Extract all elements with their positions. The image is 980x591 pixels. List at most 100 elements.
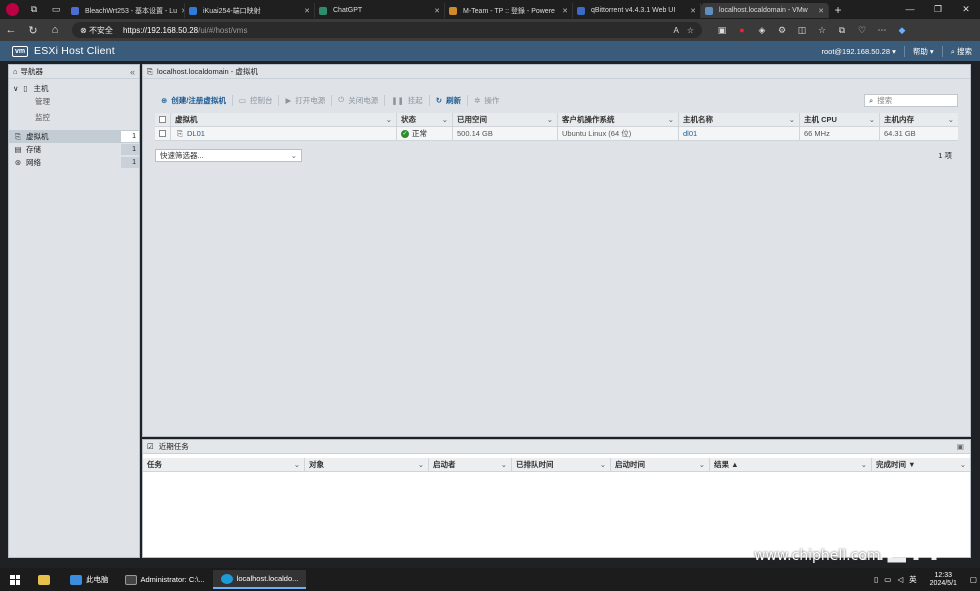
col-queued-time[interactable]: 已排队时间 ⌄	[512, 458, 611, 471]
vm-search-input[interactable]: ⌕ 搜索	[864, 94, 958, 107]
tab-mteam[interactable]: M-Team - TP :: 登錄 - Powere ✕	[445, 3, 573, 18]
column-menu-icon[interactable]: ⌄	[869, 115, 875, 124]
refresh-button[interactable]: ↻ 刷新	[430, 94, 469, 106]
suspend-button[interactable]: ❚❚ 挂起	[385, 94, 430, 106]
column-menu-icon[interactable]: ⌄	[501, 460, 507, 469]
column-menu-icon[interactable]: ⌄	[418, 460, 424, 469]
share-icon[interactable]: ♡	[852, 25, 872, 36]
col-guest-os[interactable]: 客户机操作系统 ⌄	[558, 113, 679, 126]
restore-icon[interactable]: ❐	[924, 4, 952, 15]
nav-item-vms[interactable]: ⎘ 虚拟机 1	[9, 130, 139, 143]
split-screen-icon[interactable]: ◫	[792, 25, 812, 36]
taskbar-this-pc[interactable]: 此电脑	[62, 570, 117, 589]
table-row[interactable]: ⎘ DL01 ✓ 正常 500.14 GB Ubuntu Linux (64 位…	[155, 127, 958, 141]
clock[interactable]: 12:33 2024/5/1	[920, 572, 967, 588]
console-button[interactable]: ▭ 控制台	[233, 94, 280, 106]
nav-item-storage[interactable]: ▤ 存储 1	[9, 143, 139, 156]
tab-actions-icon[interactable]: ▭	[45, 4, 67, 15]
hostname-link[interactable]: dl01	[683, 129, 697, 138]
home-icon[interactable]: ⌂	[44, 24, 66, 36]
power-on-button[interactable]: ▶ 打开电源	[279, 94, 333, 106]
col-used-space[interactable]: 已用空间 ⌄	[453, 113, 558, 126]
back-icon[interactable]: ←	[0, 24, 22, 36]
col-vm[interactable]: 虚拟机 ⌄	[171, 113, 397, 126]
extension-icon[interactable]: ●	[732, 25, 752, 36]
column-menu-icon[interactable]: ⌄	[960, 460, 966, 469]
tab-ikuai[interactable]: iKuai254-端口映射 ✕	[185, 3, 315, 18]
tab-close-icon[interactable]: ✕	[558, 7, 568, 15]
extensions-puzzle-icon[interactable]: ⚙	[772, 25, 792, 36]
minimize-icon[interactable]: —	[896, 4, 924, 15]
network-tray-icon[interactable]: ▭	[881, 575, 894, 584]
column-menu-icon[interactable]: ⌄	[948, 115, 954, 124]
workspaces-icon[interactable]: ⧉	[23, 4, 45, 15]
notification-icon[interactable]: ▢	[967, 575, 980, 584]
volume-icon[interactable]: ◁	[894, 575, 906, 584]
column-menu-icon[interactable]: ⌄	[442, 115, 448, 124]
nav-item-network[interactable]: ⊛ 网络 1	[9, 156, 139, 169]
column-menu-icon[interactable]: ⌄	[547, 115, 553, 124]
power-off-button[interactable]: ⏻ 关闭电源	[332, 94, 386, 106]
close-window-icon[interactable]: ✕	[952, 4, 980, 15]
profile-avatar[interactable]	[6, 3, 19, 16]
read-aloud-icon[interactable]: A	[673, 26, 678, 35]
favorite-star-icon[interactable]: ☆	[687, 26, 694, 35]
quick-filter-select[interactable]: 快速筛选器... ⌄	[155, 148, 302, 162]
nav-host-manage[interactable]: 管理	[9, 95, 139, 108]
select-all-checkbox[interactable]	[159, 116, 166, 123]
column-menu-icon[interactable]: ⌄	[861, 460, 867, 469]
col-hostname[interactable]: 主机名称 ⌄	[679, 113, 800, 126]
tab-esxi[interactable]: localhost.localdomain - VMw ✕	[701, 3, 829, 18]
col-result[interactable]: 结果 ▲ ⌄	[710, 458, 872, 471]
column-menu-icon[interactable]: ⌄	[600, 460, 606, 469]
address-input[interactable]: ⊗ 不安全 https://192.168.50.28/ui/#/host/vm…	[72, 22, 702, 38]
column-menu-icon[interactable]: ⌄	[699, 460, 705, 469]
header-search[interactable]: ⌕ 搜索	[941, 45, 980, 57]
extension-icon[interactable]: ▣	[712, 25, 732, 36]
taskbar-file-explorer[interactable]	[30, 570, 62, 589]
column-menu-icon[interactable]: ⌄	[789, 115, 795, 124]
help-menu[interactable]: 帮助 ▾	[903, 45, 942, 57]
tab-close-icon[interactable]: ✕	[814, 7, 824, 15]
actions-button[interactable]: ✲ 操作	[468, 95, 505, 106]
collections-icon[interactable]: ⧉	[832, 25, 852, 36]
col-host-memory[interactable]: 主机内存 ⌄	[880, 113, 958, 126]
new-tab-button[interactable]: +	[829, 3, 847, 17]
col-status[interactable]: 状态 ⌄	[397, 113, 453, 126]
user-menu[interactable]: root@192.168.50.28 ▾	[813, 47, 903, 56]
tab-close-icon[interactable]: ✕	[686, 7, 696, 15]
nav-host-monitor[interactable]: 监控	[9, 111, 139, 124]
tab-qbittorrent[interactable]: qBittorrent v4.4.3.1 Web UI ✕	[573, 3, 701, 18]
taskbar-edge[interactable]: localhost.localdo...	[212, 570, 307, 589]
column-menu-icon[interactable]: ⌄	[294, 460, 300, 469]
taskbar-terminal[interactable]: Administrator: C:\...	[117, 570, 213, 589]
tab-close-icon[interactable]: ✕	[430, 7, 440, 15]
col-task[interactable]: 任务 ⌄	[143, 458, 305, 471]
vm-name-link[interactable]: DL01	[187, 129, 205, 138]
col-start-time[interactable]: 启动时间 ⌄	[611, 458, 710, 471]
extension-icon[interactable]: ◈	[752, 25, 772, 36]
tab-chatgpt[interactable]: ChatGPT ✕	[315, 3, 445, 18]
create-vm-button[interactable]: ⊕ 创建/注册虚拟机	[155, 94, 233, 106]
nav-host[interactable]: ∨ ▯ 主机	[9, 82, 139, 95]
favorites-icon[interactable]: ☆	[812, 25, 832, 36]
ime-indicator[interactable]: 英	[906, 574, 920, 585]
collapse-icon[interactable]: «	[130, 67, 135, 77]
more-menu-icon[interactable]: ⋯	[872, 25, 892, 36]
tray-icon[interactable]: ▯	[871, 575, 881, 584]
col-object[interactable]: 对象 ⌄	[305, 458, 429, 471]
tab-close-icon[interactable]: ✕	[300, 7, 310, 15]
start-button[interactable]	[10, 574, 20, 585]
insecure-badge[interactable]: ⊗ 不安全	[80, 25, 113, 36]
tab-bleachwrt[interactable]: BleachWrt253 - 基本设置 - Lu ✕	[67, 3, 185, 18]
copilot-icon[interactable]: ◆	[892, 25, 912, 36]
column-menu-icon[interactable]: ⌄	[668, 115, 674, 124]
col-initiator[interactable]: 启动者 ⌄	[429, 458, 512, 471]
reload-icon[interactable]: ↻	[22, 24, 44, 37]
maximize-icon[interactable]: ▣	[957, 442, 964, 451]
tab-close-icon[interactable]: ✕	[177, 7, 184, 15]
expand-icon[interactable]: ∨	[13, 84, 19, 93]
column-menu-icon[interactable]: ⌄	[386, 115, 392, 124]
col-host-cpu[interactable]: 主机 CPU ⌄	[800, 113, 880, 126]
row-checkbox[interactable]	[159, 130, 166, 137]
